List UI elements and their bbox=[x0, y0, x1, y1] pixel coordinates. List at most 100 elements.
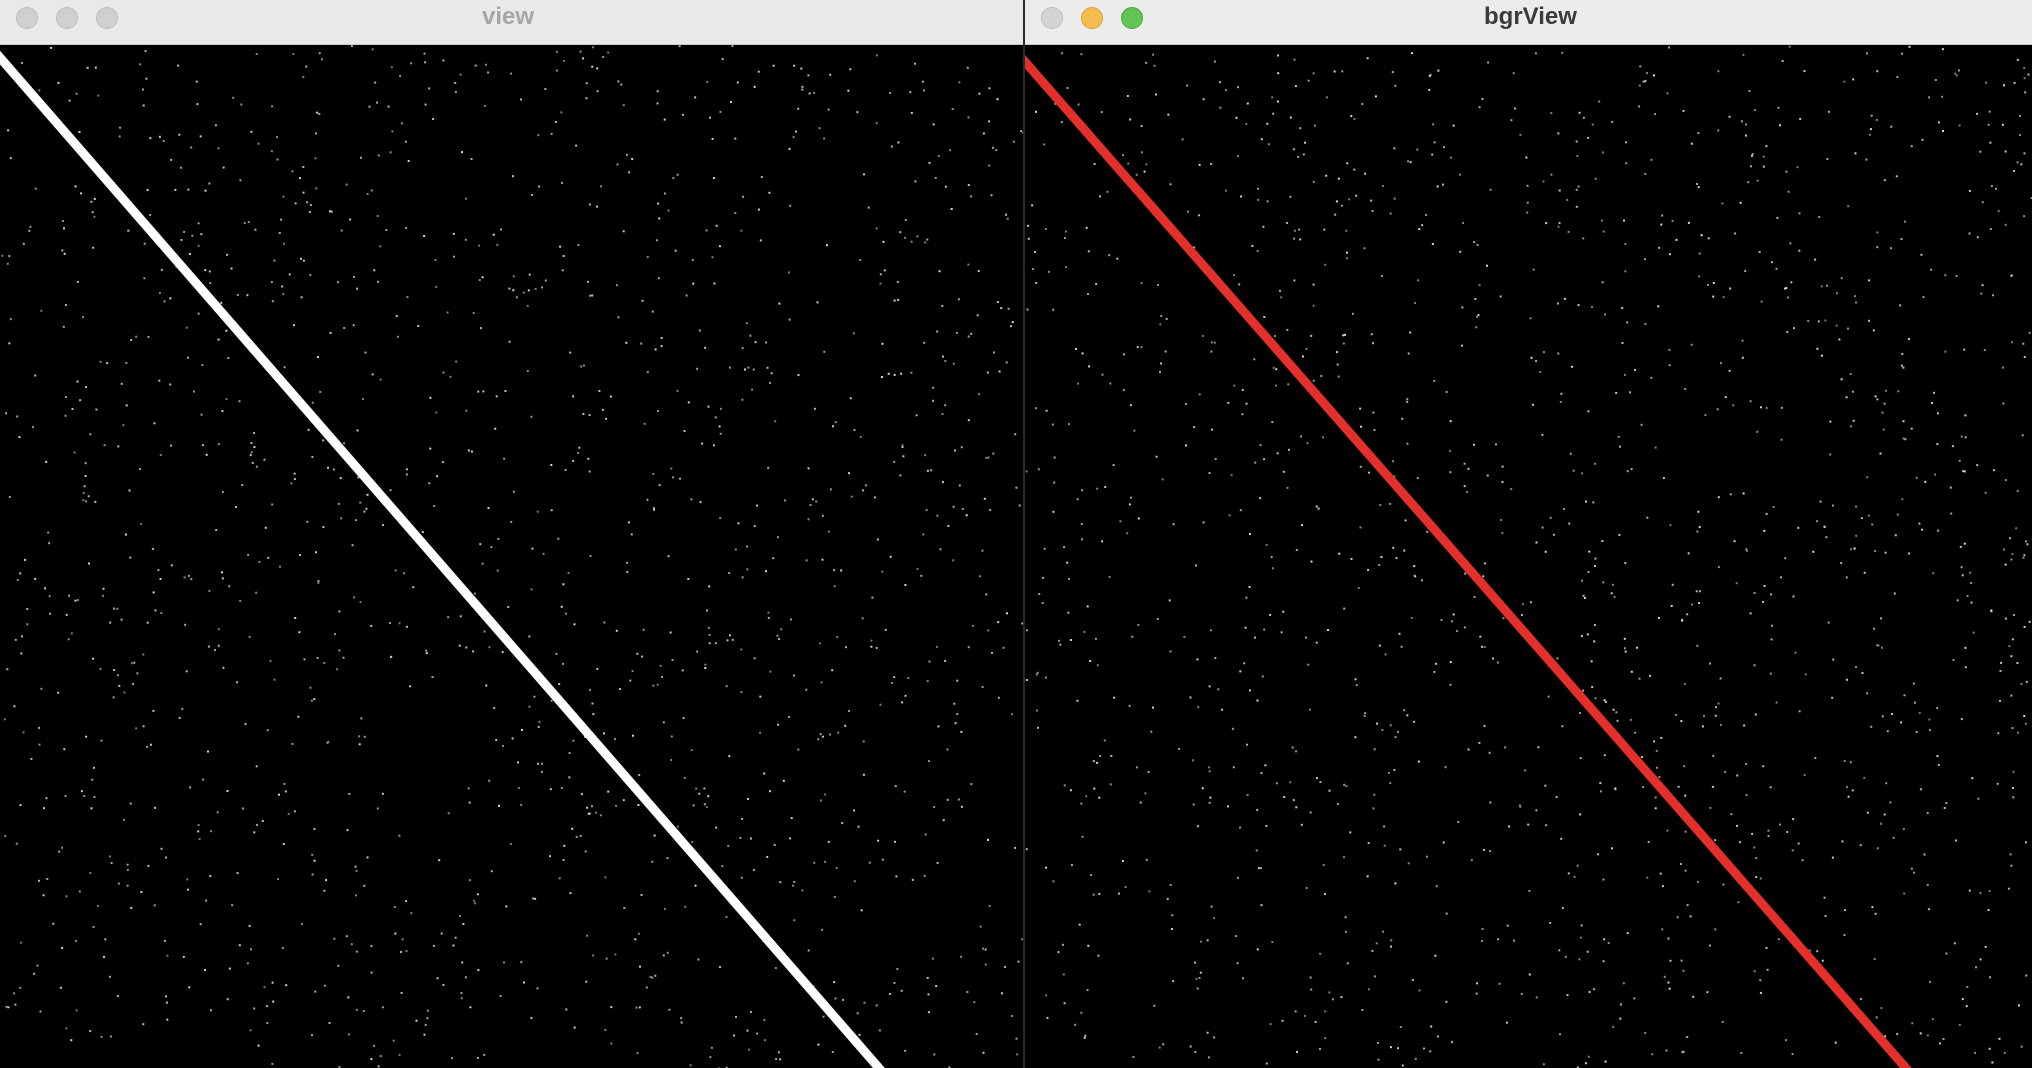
noise-dot bbox=[1722, 883, 1725, 886]
noise-dot bbox=[1096, 487, 1099, 490]
noise-dot bbox=[449, 375, 452, 378]
noise-dot bbox=[230, 267, 233, 270]
noise-dot bbox=[1593, 988, 1596, 991]
noise-dot bbox=[1423, 1047, 1425, 1050]
noise-dot bbox=[1682, 1050, 1685, 1053]
close-icon[interactable] bbox=[1041, 7, 1063, 29]
noise-dot bbox=[1682, 109, 1685, 112]
noise-dot bbox=[740, 229, 743, 232]
noise-dot bbox=[1399, 848, 1402, 851]
noise-dot bbox=[1679, 863, 1682, 865]
noise-dot bbox=[1325, 174, 1328, 177]
noise-dot bbox=[1169, 650, 1172, 653]
noise-dot bbox=[1001, 992, 1003, 995]
noise-dot bbox=[271, 981, 274, 984]
noise-dot bbox=[1525, 156, 1528, 159]
noise-dot bbox=[1789, 242, 1792, 245]
noise-dot bbox=[83, 795, 86, 798]
noise-dot bbox=[1136, 346, 1139, 349]
noise-dot bbox=[884, 628, 887, 631]
zoom-icon[interactable] bbox=[96, 7, 118, 29]
noise-dot bbox=[1036, 709, 1038, 712]
noise-dot bbox=[689, 1064, 692, 1067]
noise-dot bbox=[1918, 711, 1921, 714]
noise-dot bbox=[1289, 116, 1292, 119]
noise-dot bbox=[1821, 959, 1824, 962]
noise-dot bbox=[1157, 284, 1159, 287]
noise-dot bbox=[511, 737, 514, 740]
noise-dot bbox=[241, 807, 244, 810]
noise-dot bbox=[82, 492, 85, 495]
minimize-icon[interactable] bbox=[56, 7, 78, 29]
noise-dot bbox=[1717, 566, 1720, 569]
noise-dot bbox=[922, 80, 924, 83]
noise-dot bbox=[1499, 295, 1502, 298]
noise-dot bbox=[1366, 875, 1369, 878]
minimize-icon[interactable] bbox=[1081, 7, 1103, 29]
noise-dot bbox=[987, 838, 989, 841]
noise-dot bbox=[1505, 1021, 1508, 1024]
noise-dot bbox=[793, 880, 796, 883]
noise-dot bbox=[852, 332, 855, 335]
noise-dot bbox=[1361, 103, 1364, 105]
noise-dot bbox=[1587, 571, 1590, 574]
noise-dot bbox=[1785, 1039, 1787, 1042]
noise-dot bbox=[587, 812, 590, 815]
noise-dot bbox=[1829, 453, 1832, 456]
noise-dot bbox=[1644, 258, 1646, 261]
zoom-icon[interactable] bbox=[1121, 7, 1143, 29]
noise-dot bbox=[306, 201, 309, 204]
noise-dot bbox=[987, 629, 990, 632]
noise-dot bbox=[1417, 760, 1420, 763]
noise-dot bbox=[1657, 305, 1660, 308]
view-titlebar[interactable]: view bbox=[0, 0, 1023, 45]
close-icon[interactable] bbox=[16, 7, 38, 29]
noise-dot bbox=[719, 966, 721, 968]
noise-dot bbox=[478, 279, 481, 282]
noise-dot bbox=[373, 1044, 376, 1047]
noise-dot bbox=[178, 133, 181, 136]
noise-dot bbox=[1926, 812, 1929, 814]
noise-dot bbox=[108, 855, 111, 858]
noise-dot bbox=[63, 748, 66, 751]
noise-dot bbox=[1012, 140, 1015, 143]
noise-dot bbox=[580, 793, 583, 796]
noise-dot bbox=[1201, 787, 1204, 790]
noise-dot bbox=[1343, 783, 1346, 786]
noise-dot bbox=[1327, 629, 1329, 631]
noise-dot bbox=[1995, 187, 1997, 190]
noise-dot bbox=[1616, 719, 1619, 722]
noise-dot bbox=[359, 601, 362, 604]
noise-dot bbox=[1116, 257, 1119, 260]
noise-dot bbox=[1556, 302, 1559, 305]
noise-dot bbox=[1826, 284, 1828, 287]
noise-dot bbox=[38, 89, 41, 92]
noise-dot bbox=[186, 888, 189, 891]
noise-dot bbox=[1104, 486, 1107, 488]
noise-dot bbox=[1900, 238, 1903, 241]
noise-dot bbox=[435, 285, 438, 288]
noise-dot bbox=[1786, 831, 1789, 833]
noise-dot bbox=[165, 995, 167, 998]
noise-dot bbox=[1542, 180, 1545, 183]
noise-dot bbox=[822, 514, 824, 517]
noise-dot bbox=[89, 872, 92, 874]
noise-dot bbox=[532, 897, 535, 900]
noise-dot bbox=[1594, 697, 1597, 700]
noise-dot bbox=[1186, 84, 1189, 87]
noise-dot bbox=[267, 556, 270, 559]
noise-dot bbox=[1817, 320, 1820, 323]
noise-dot bbox=[1489, 850, 1492, 853]
noise-dot bbox=[1555, 796, 1558, 799]
noise-dot bbox=[1335, 351, 1338, 354]
bgrview-titlebar[interactable]: bgrView bbox=[1025, 0, 2032, 45]
noise-dot bbox=[1372, 342, 1375, 345]
noise-dot bbox=[1295, 806, 1298, 809]
noise-dot bbox=[1214, 458, 1217, 460]
noise-dot bbox=[94, 500, 97, 503]
noise-dot bbox=[1875, 119, 1878, 121]
noise-dot bbox=[1478, 106, 1481, 109]
noise-dot bbox=[479, 327, 482, 330]
noise-dot bbox=[1027, 237, 1030, 240]
noise-dot bbox=[1527, 823, 1530, 826]
